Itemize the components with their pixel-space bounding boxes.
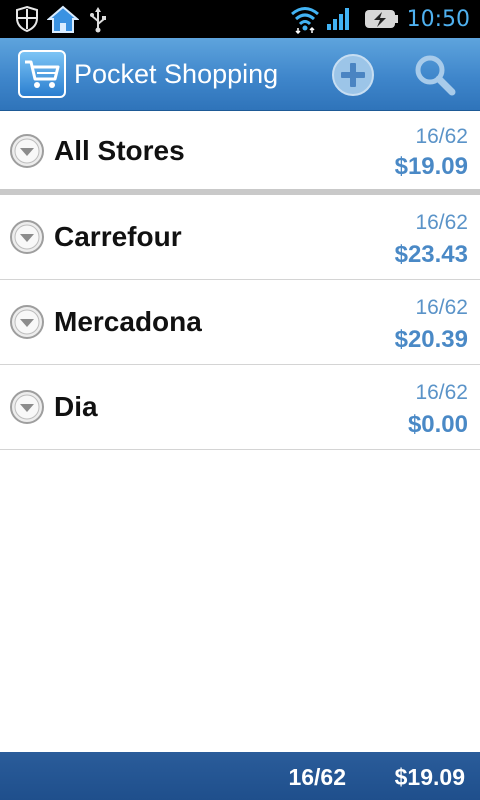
battery-charging-icon — [362, 0, 400, 38]
store-total: $0.00 — [407, 411, 468, 438]
store-total: $20.39 — [394, 326, 468, 353]
list-item-dia[interactable]: Dia 16/62 $0.00 — [0, 365, 480, 450]
usb-icon — [86, 0, 110, 38]
store-total: $19.09 — [394, 153, 468, 180]
footer-count: 16/62 — [288, 764, 346, 790]
app-title: Pocket Shopping — [74, 59, 279, 89]
wifi-icon — [288, 0, 322, 38]
summary-footer: 16/62 $19.09 — [0, 752, 480, 800]
store-name: Dia — [54, 391, 98, 422]
chevron-down-icon[interactable] — [9, 133, 45, 169]
screen: 10:50 Pocket Shopping All Stores 16/62 $… — [0, 0, 480, 800]
home-icon — [46, 0, 80, 38]
chevron-down-icon[interactable] — [9, 219, 45, 255]
store-total: $23.43 — [394, 241, 468, 268]
footer-total: $19.09 — [394, 764, 465, 790]
add-icon — [332, 54, 374, 96]
store-name: Carrefour — [54, 221, 182, 252]
chevron-down-icon[interactable] — [9, 304, 45, 340]
store-name: All Stores — [54, 135, 185, 166]
list-item-all-stores[interactable]: All Stores 16/62 $19.09 — [0, 111, 480, 195]
search-icon — [415, 55, 456, 96]
item-count: 16/62 — [415, 211, 468, 234]
chevron-down-icon[interactable] — [9, 389, 45, 425]
action-bar: Pocket Shopping — [0, 38, 480, 111]
clock: 10:50 — [406, 7, 470, 32]
item-count: 16/62 — [415, 381, 468, 404]
status-bar: 10:50 — [0, 0, 480, 38]
add-button[interactable] — [330, 52, 376, 98]
store-name: Mercadona — [54, 306, 202, 337]
list-item-mercadona[interactable]: Mercadona 16/62 $20.39 — [0, 280, 480, 365]
item-count: 16/62 — [415, 296, 468, 319]
item-count: 16/62 — [415, 125, 468, 148]
signal-icon — [324, 0, 352, 38]
list-item-carrefour[interactable]: Carrefour 16/62 $23.43 — [0, 195, 480, 280]
search-button[interactable] — [412, 52, 458, 98]
shield-icon — [12, 0, 42, 38]
shopping-cart-icon[interactable] — [18, 50, 66, 98]
store-list: All Stores 16/62 $19.09 Carrefour 16/62 … — [0, 111, 480, 450]
